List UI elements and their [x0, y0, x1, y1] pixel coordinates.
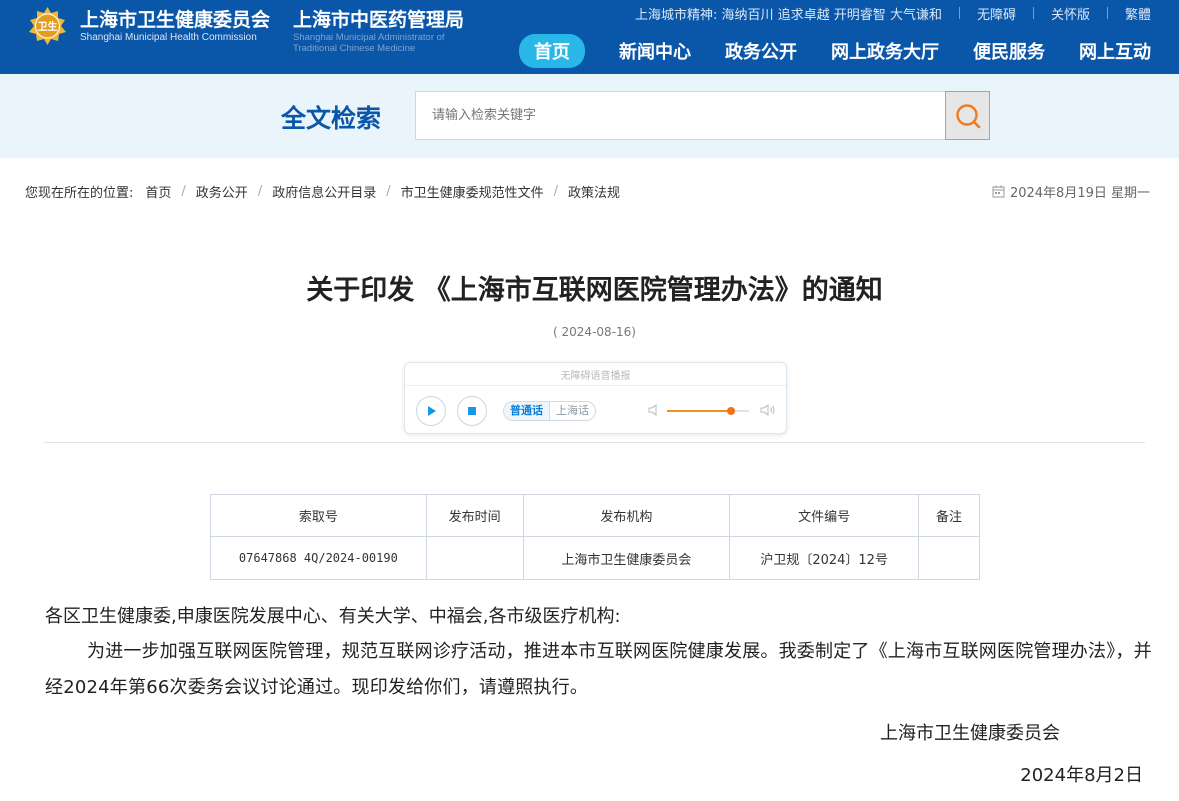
dialect-shanghainese-option[interactable]: 上海话 [549, 402, 595, 420]
care-version-link[interactable]: 关怀版 [1051, 4, 1090, 23]
org-title-tcm-administration[interactable]: 上海市中医药管理局 Shanghai Municipal Administrat… [293, 8, 464, 54]
nav-online-service-hall[interactable]: 网上政务大厅 [831, 38, 939, 64]
org-title-health-commission[interactable]: 上海市卫生健康委员会 Shanghai Municipal Health Com… [80, 8, 270, 43]
cell-remarks [918, 536, 980, 580]
org2-cn-name: 上海市中医药管理局 [293, 9, 465, 31]
article-title: 关于印发 《上海市互联网医院管理办法》的通知 [306, 275, 883, 306]
divider [44, 442, 1145, 443]
table-header-row: 索取号 发布时间 发布机构 文件编号 备注 [210, 494, 980, 537]
breadcrumb-normative-documents[interactable]: 市卫生健康委规范性文件 [401, 182, 544, 201]
search-input[interactable] [415, 91, 946, 140]
audio-player-title: 无障碍语音播报 [560, 371, 631, 382]
logo-mark-text: 卫生 [38, 20, 58, 33]
cell-document-number: 沪卫规〔2024〕12号 [729, 536, 920, 580]
article-signature: 上海市卫生健康委员会 [880, 723, 1060, 744]
org2-en-name-line1: Shanghai Municipal Administrator of [293, 32, 445, 43]
article-addressee: 各区卫生健康委,申康医院发展中心、有关大学、中福会,各市级医疗机构: [45, 606, 621, 627]
article-paragraph: 为进一步加强互联网医院管理，规范互联网诊疗活动，推进本市互联网医院健康发展。我委… [45, 641, 1152, 698]
breadcrumb: 您现在所在的位置: 首页 / 政务公开 / 政府信息公开目录 / 市卫生健康委规… [25, 182, 620, 201]
play-icon [428, 406, 436, 416]
top-utility-links: 上海城市精神: 海纳百川 追求卓越 开明睿智 大气谦和 无障碍 关怀版 繁體 [635, 4, 1151, 23]
breadcrumb-separator: / [257, 184, 263, 199]
volume-level-fill [667, 410, 731, 412]
play-button[interactable] [416, 396, 446, 426]
breadcrumb-info-disclosure-catalog[interactable]: 政府信息公开目录 [272, 182, 376, 201]
dialect-mandarin-option[interactable]: 普通话 [504, 402, 549, 420]
accessibility-link[interactable]: 无障碍 [977, 4, 1016, 23]
stop-icon [468, 407, 476, 415]
column-header-document-number: 文件编号 [729, 494, 920, 537]
fulltext-search-band: 全文检索 [0, 74, 1179, 158]
article-publish-date: ( 2024-08-16) [553, 325, 636, 339]
stop-button[interactable] [457, 396, 487, 426]
breadcrumb-government-affairs[interactable]: 政务公开 [196, 182, 248, 201]
today-date: 2024年8月19日 星期一 [992, 182, 1150, 201]
nav-news-center[interactable]: 新闻中心 [619, 38, 691, 64]
calendar-icon [992, 185, 1005, 198]
org1-en-name: Shanghai Municipal Health Commission [80, 32, 257, 43]
nav-home[interactable]: 首页 [519, 33, 585, 68]
search-button[interactable] [945, 91, 990, 140]
traditional-chinese-link[interactable]: 繁體 [1125, 4, 1151, 23]
main-nav: 首页 新闻中心 政务公开 网上政务大厅 便民服务 网上互动 [519, 33, 1151, 68]
volume-slider[interactable] [667, 407, 749, 415]
today-date-text: 2024年8月19日 星期一 [1009, 186, 1150, 201]
breadcrumb-label: 您现在所在的位置: [25, 186, 134, 201]
site-logo[interactable]: 卫生 [24, 5, 71, 48]
article-sign-date: 2024年8月2日 [1020, 765, 1143, 786]
city-spirit-text: 上海城市精神: 海纳百川 追求卓越 开明睿智 大气谦和 [635, 7, 942, 23]
org2-en-name-line2: Traditional Chinese Medicine [293, 43, 416, 54]
nav-government-affairs[interactable]: 政务公开 [725, 38, 797, 64]
divider [405, 385, 786, 386]
audio-player: 无障碍语音播报 普通话 上海话 [404, 362, 787, 434]
separator [1106, 7, 1108, 19]
volume-low-icon[interactable] [648, 403, 660, 417]
column-header-remarks: 备注 [918, 494, 980, 537]
cell-publish-time [425, 536, 524, 580]
volume-slider-handle[interactable] [726, 407, 735, 415]
breadcrumb-separator: / [181, 184, 186, 199]
nav-public-services[interactable]: 便民服务 [973, 38, 1045, 64]
column-header-index-number: 索取号 [210, 494, 427, 537]
breadcrumb-policies-regulations[interactable]: 政策法规 [568, 182, 620, 201]
site-header: 卫生 上海市卫生健康委员会 Shanghai Municipal Health … [0, 0, 1179, 74]
table-row: 07647868 4Q/2024-00190 上海市卫生健康委员会 沪卫规〔20… [210, 536, 980, 580]
separator [958, 7, 960, 19]
org1-cn-name: 上海市卫生健康委员会 [80, 9, 271, 31]
volume-high-icon[interactable] [760, 403, 776, 417]
breadcrumb-separator: / [386, 184, 391, 199]
column-header-publisher: 发布机构 [522, 494, 731, 537]
nav-online-interaction[interactable]: 网上互动 [1079, 38, 1151, 64]
document-meta-table: 索取号 发布时间 发布机构 文件编号 备注 07647868 4Q/2024-0… [210, 494, 980, 580]
breadcrumb-separator: / [553, 184, 559, 199]
dialect-switch: 普通话 上海话 [503, 401, 596, 421]
cell-publisher: 上海市卫生健康委员会 [522, 536, 731, 580]
separator [1032, 7, 1034, 19]
search-title: 全文检索 [281, 104, 382, 133]
cell-index-number: 07647868 4Q/2024-00190 [210, 536, 427, 580]
column-header-publish-time: 发布时间 [425, 494, 524, 537]
breadcrumb-home[interactable]: 首页 [145, 182, 171, 201]
search-icon [955, 103, 980, 128]
